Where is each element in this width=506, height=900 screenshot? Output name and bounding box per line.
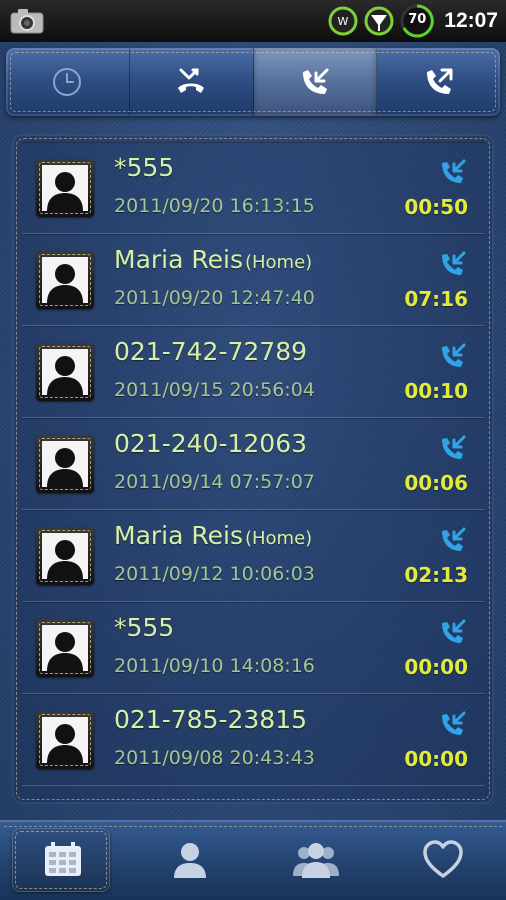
caller-name-text: 021-742-72789 <box>114 337 308 366</box>
call-log-row[interactable]: 021-785-23815 2011/09/08 20:43:43 00:00 <box>22 694 484 786</box>
contact-avatar[interactable] <box>36 251 94 309</box>
call-duration: 00:50 <box>404 195 468 219</box>
incoming-call-icon <box>442 251 466 275</box>
caller-name-text: Maria Reis <box>114 521 243 550</box>
call-duration: 00:10 <box>404 379 468 403</box>
contact-avatar[interactable] <box>36 435 94 493</box>
person-silhouette-icon <box>42 441 88 487</box>
call-log-row[interactable]: 021-742-72789 2011/09/15 20:56:04 00:10 <box>22 326 484 418</box>
call-datetime: 2011/09/08 20:43:43 <box>114 747 315 769</box>
incoming-call-icon <box>442 711 466 735</box>
call-duration: 02:13 <box>404 563 468 587</box>
call-duration: 00:06 <box>404 471 468 495</box>
person-silhouette-icon <box>42 349 88 395</box>
contact-avatar[interactable] <box>36 711 94 769</box>
caller-name-text: 021-240-12063 <box>114 429 308 458</box>
nav-groups[interactable] <box>253 820 380 900</box>
incoming-call-icon <box>442 159 466 183</box>
caller-name: 021-785-23815 <box>114 705 309 734</box>
caller-name-text: Maria Reis <box>114 245 243 274</box>
call-log-row[interactable]: 021-240-12063 2011/09/14 07:57:07 00:06 <box>22 418 484 510</box>
clock-icon <box>53 68 82 96</box>
outgoing-call-icon <box>426 68 453 94</box>
caller-name: *555 <box>114 153 176 182</box>
person-silhouette-icon <box>42 165 88 211</box>
tab-recent[interactable] <box>6 48 130 116</box>
missed-call-icon <box>178 68 205 93</box>
caller-name: *555 <box>114 613 176 642</box>
caller-name-text: 021-785-23815 <box>114 705 308 734</box>
contact-avatar[interactable] <box>36 159 94 217</box>
call-datetime: 2011/09/10 14:08:16 <box>114 655 315 677</box>
caller-name-text: *555 <box>114 613 175 642</box>
nav-favorites[interactable] <box>380 820 506 900</box>
contact-avatar[interactable] <box>36 343 94 401</box>
person-silhouette-icon <box>42 257 88 303</box>
call-duration: 00:00 <box>404 747 468 771</box>
call-log-row[interactable]: *555 2011/09/10 14:08:16 00:00 <box>22 602 484 694</box>
call-duration: 00:00 <box>404 655 468 679</box>
call-log-row[interactable]: Maria Reis (Home) 2011/09/12 10:06:03 02:… <box>22 510 484 602</box>
wifi-widget-icon: W <box>328 6 358 36</box>
contact-icon <box>173 843 206 878</box>
number-label: (Home) <box>244 528 313 549</box>
call-log-list: *555 2011/09/20 16:13:15 00:50 Maria Rei… <box>12 134 494 804</box>
call-datetime: 2011/09/14 07:57:07 <box>114 471 315 493</box>
person-silhouette-icon <box>42 625 88 671</box>
caller-name-text: *555 <box>114 153 175 182</box>
call-duration: 07:16 <box>404 287 468 311</box>
tab-outgoing[interactable] <box>377 48 500 116</box>
call-datetime: 2011/09/15 20:56:04 <box>114 379 315 401</box>
svg-text:W: W <box>338 15 349 28</box>
call-datetime: 2011/09/20 12:47:40 <box>114 287 315 309</box>
caller-name: 021-240-12063 <box>114 429 309 458</box>
call-log-tabs <box>6 48 500 116</box>
incoming-call-icon <box>442 343 466 367</box>
contact-avatar[interactable] <box>36 527 94 585</box>
incoming-call-icon <box>302 68 329 94</box>
camera-icon <box>8 6 46 40</box>
incoming-call-icon <box>442 619 466 643</box>
battery-icon: 70 <box>400 4 434 38</box>
group-icon <box>293 843 340 878</box>
number-label: (Home) <box>244 252 313 273</box>
caller-name: 021-742-72789 <box>114 337 309 366</box>
person-silhouette-icon <box>42 717 88 763</box>
call-log-row[interactable]: *555 2011/09/20 16:13:15 00:50 <box>22 142 484 234</box>
call-datetime: 2011/09/20 16:13:15 <box>114 195 315 217</box>
incoming-call-icon <box>442 527 466 551</box>
heart-icon <box>423 840 463 878</box>
person-silhouette-icon <box>42 533 88 579</box>
tab-missed[interactable] <box>130 48 254 116</box>
bottom-navigation <box>0 820 506 900</box>
call-log-row[interactable]: Maria Reis (Home) 2011/09/20 12:47:40 07:… <box>22 234 484 326</box>
tab-incoming[interactable] <box>253 48 378 116</box>
call-datetime: 2011/09/12 10:06:03 <box>114 563 315 585</box>
nav-contacts[interactable] <box>127 820 254 900</box>
caller-name: Maria Reis (Home) <box>114 521 312 550</box>
signal-icon <box>364 6 394 36</box>
clock-time: 12:07 <box>444 9 498 32</box>
status-bar: W 70 12:07 <box>0 0 506 42</box>
incoming-call-icon <box>442 435 466 459</box>
dialpad-icon <box>45 842 82 876</box>
nav-dialer[interactable] <box>0 820 127 900</box>
battery-level: 70 <box>408 12 427 27</box>
caller-name: Maria Reis (Home) <box>114 245 312 274</box>
contact-avatar[interactable] <box>36 619 94 677</box>
